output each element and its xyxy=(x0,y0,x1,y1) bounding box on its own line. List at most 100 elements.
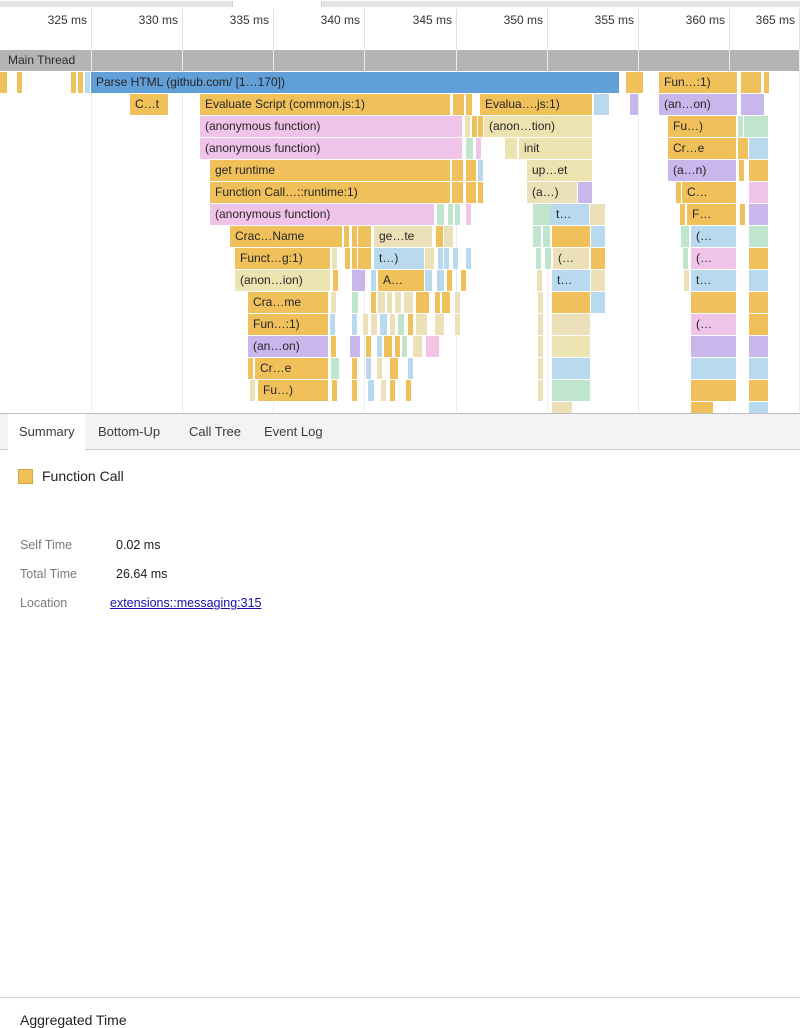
flame-bar-fragment[interactable] xyxy=(352,248,357,269)
flame-bar[interactable]: up…et xyxy=(527,160,592,181)
flame-bar-fragment[interactable] xyxy=(330,314,335,335)
flame-bar-fragment[interactable] xyxy=(390,380,395,401)
flame-bar-fragment[interactable] xyxy=(371,314,377,335)
summary-field-link[interactable]: extensions::messaging:315 xyxy=(110,596,261,610)
flame-bar-fragment[interactable] xyxy=(552,380,590,401)
flame-bar-fragment[interactable] xyxy=(743,138,748,159)
flame-bar-fragment[interactable] xyxy=(358,248,371,269)
flame-bar-fragment[interactable] xyxy=(380,314,387,335)
flame-bar-fragment[interactable] xyxy=(404,292,413,313)
flame-bar[interactable]: Fun…:1) xyxy=(248,314,328,335)
flame-bar-fragment[interactable] xyxy=(331,292,336,313)
flame-bar[interactable]: (anonymous function) xyxy=(200,116,462,137)
flame-bar-fragment[interactable] xyxy=(466,94,472,115)
flame-bar-fragment[interactable] xyxy=(395,292,401,313)
flame-bar[interactable]: (… xyxy=(691,226,736,247)
flame-bar-fragment[interactable] xyxy=(676,182,681,203)
flame-bar[interactable]: Fu…) xyxy=(258,380,328,401)
flame-bar-fragment[interactable] xyxy=(749,204,768,225)
flame-bar-fragment[interactable] xyxy=(478,182,483,203)
flame-bar-fragment[interactable] xyxy=(749,336,768,357)
flame-bar-fragment[interactable] xyxy=(250,380,255,401)
flame-bar[interactable]: C… xyxy=(682,182,736,203)
flame-bar-fragment[interactable] xyxy=(552,402,572,413)
flame-bar[interactable]: F… xyxy=(687,204,736,225)
flame-bar-fragment[interactable] xyxy=(538,292,543,313)
flame-bar-fragment[interactable] xyxy=(543,226,550,247)
flame-bar-fragment[interactable] xyxy=(505,138,517,159)
flame-bar-fragment[interactable] xyxy=(538,358,543,379)
flame-bar-fragment[interactable] xyxy=(680,204,685,225)
flame-bar-fragment[interactable] xyxy=(368,380,374,401)
flame-bar-fragment[interactable] xyxy=(537,270,542,291)
flame-bar-fragment[interactable] xyxy=(435,314,444,335)
flame-bar-fragment[interactable] xyxy=(352,292,358,313)
flame-bar-fragment[interactable] xyxy=(691,358,736,379)
flame-bar[interactable]: Cr…e xyxy=(668,138,736,159)
flame-bar-fragment[interactable] xyxy=(444,226,453,247)
flame-bar[interactable]: (an…on) xyxy=(248,336,328,357)
flame-bar[interactable]: Fu…) xyxy=(668,116,736,137)
flame-bar-fragment[interactable] xyxy=(538,314,543,335)
flame-bar-fragment[interactable] xyxy=(352,358,357,379)
flame-bar[interactable]: get runtime xyxy=(210,160,450,181)
flame-bar-fragment[interactable] xyxy=(466,160,476,181)
flame-bar[interactable]: (… xyxy=(691,314,736,335)
flame-bar-fragment[interactable] xyxy=(552,226,590,247)
tab-call-tree[interactable]: Call Tree xyxy=(178,414,257,450)
tab-bottom-up[interactable]: Bottom-Up xyxy=(87,414,176,450)
flame-bar-fragment[interactable] xyxy=(538,380,543,401)
flame-bar-fragment[interactable] xyxy=(538,336,543,357)
flame-bar[interactable]: Evalua….js:1) xyxy=(480,94,592,115)
flame-bar-fragment[interactable] xyxy=(749,248,768,269)
flame-bar-fragment[interactable] xyxy=(465,116,470,137)
flame-bar[interactable]: (… xyxy=(553,248,589,269)
flame-bar[interactable]: t… xyxy=(691,270,736,291)
flame-bar[interactable]: Funct…g:1) xyxy=(235,248,330,269)
scrollbar-track[interactable] xyxy=(0,1,800,7)
flame-bar[interactable]: Parse HTML (github.com/ [1…170]) xyxy=(91,72,619,93)
flame-bar-fragment[interactable] xyxy=(455,292,460,313)
flame-bar-fragment[interactable] xyxy=(466,138,473,159)
flame-bar[interactable]: Fun…:1) xyxy=(659,72,737,93)
flame-bar-fragment[interactable] xyxy=(378,292,385,313)
flame-bar-fragment[interactable] xyxy=(371,292,376,313)
flame-bar-fragment[interactable] xyxy=(363,314,368,335)
flame-bar-fragment[interactable] xyxy=(358,226,371,247)
flame-bar-fragment[interactable] xyxy=(426,336,439,357)
flame-bar-fragment[interactable] xyxy=(533,226,541,247)
flame-bar[interactable]: Function Call…::runtime:1) xyxy=(210,182,450,203)
flame-bar-fragment[interactable] xyxy=(381,380,386,401)
flame-bar-fragment[interactable] xyxy=(591,270,605,291)
flame-bar-fragment[interactable] xyxy=(371,270,376,291)
flame-bar-fragment[interactable] xyxy=(352,270,365,291)
flame-bar-fragment[interactable] xyxy=(681,226,689,247)
flame-bar-fragment[interactable] xyxy=(438,248,443,269)
flame-bar-fragment[interactable] xyxy=(332,380,337,401)
flame-bar[interactable]: (an…on) xyxy=(659,94,737,115)
tab-event-log[interactable]: Event Log xyxy=(253,414,337,450)
flame-bar[interactable]: (anonymous function) xyxy=(200,138,462,159)
flame-bar[interactable]: Crac…Name xyxy=(230,226,342,247)
flame-bar-fragment[interactable] xyxy=(738,116,743,137)
flame-bar-fragment[interactable] xyxy=(472,116,477,137)
flame-bar-fragment[interactable] xyxy=(444,248,449,269)
flame-bar-fragment[interactable] xyxy=(536,248,541,269)
flame-bar-fragment[interactable] xyxy=(408,358,413,379)
flame-bar-fragment[interactable] xyxy=(749,226,768,247)
flame-bar-fragment[interactable] xyxy=(345,248,350,269)
flame-bar-fragment[interactable] xyxy=(552,314,590,335)
flame-bar[interactable]: C…t xyxy=(130,94,168,115)
flame-bar-fragment[interactable] xyxy=(453,248,458,269)
flame-bar-fragment[interactable] xyxy=(452,182,463,203)
flame-bar[interactable]: (anon…ion) xyxy=(235,270,330,291)
flame-bar-fragment[interactable] xyxy=(749,358,768,379)
flame-bar-fragment[interactable] xyxy=(352,226,357,247)
flame-bar-fragment[interactable] xyxy=(344,226,349,247)
flame-chart[interactable]: Main Thread Parse HTML (github.com/ [1…1… xyxy=(0,50,800,413)
flame-bar[interactable]: (… xyxy=(691,248,736,269)
flame-bar-fragment[interactable] xyxy=(533,204,551,225)
flame-bar-fragment[interactable] xyxy=(739,160,744,181)
flame-bar-fragment[interactable] xyxy=(749,138,768,159)
flame-bar[interactable]: t… xyxy=(551,204,589,225)
